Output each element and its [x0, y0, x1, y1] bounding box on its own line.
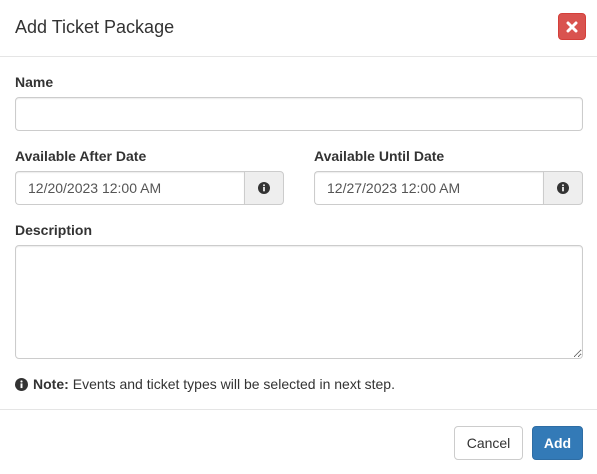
note-message: Events and ticket types will be selected…: [72, 376, 395, 392]
name-label: Name: [15, 74, 54, 90]
modal-title: Add Ticket Package: [15, 17, 175, 37]
available-after-group: [15, 171, 284, 205]
available-until-info-addon[interactable]: [543, 171, 583, 205]
modal-footer: Cancel Add: [0, 409, 597, 474]
description-label: Description: [15, 222, 93, 238]
available-after-label: Available After Date: [15, 148, 147, 164]
info-circle-icon: [15, 378, 28, 391]
available-after-info-addon[interactable]: [244, 171, 284, 205]
close-icon: [566, 21, 578, 32]
add-button[interactable]: Add: [532, 426, 583, 460]
available-until-label: Available Until Date: [314, 148, 445, 164]
note-text: Note: Events and ticket types will be se…: [15, 376, 395, 393]
info-circle-icon: [557, 182, 569, 194]
info-circle-icon: [258, 182, 270, 194]
available-until-group: [314, 171, 583, 205]
modal-header: Add Ticket Package: [0, 0, 597, 57]
note-prefix: Note:: [33, 376, 69, 392]
cancel-button[interactable]: Cancel: [454, 426, 523, 460]
close-button[interactable]: [558, 13, 586, 40]
add-ticket-package-modal: Add Ticket Package Name Available After …: [0, 0, 597, 474]
available-until-input[interactable]: [314, 171, 543, 205]
name-input[interactable]: [15, 97, 583, 131]
available-after-input[interactable]: [15, 171, 244, 205]
description-textarea[interactable]: [15, 245, 583, 359]
